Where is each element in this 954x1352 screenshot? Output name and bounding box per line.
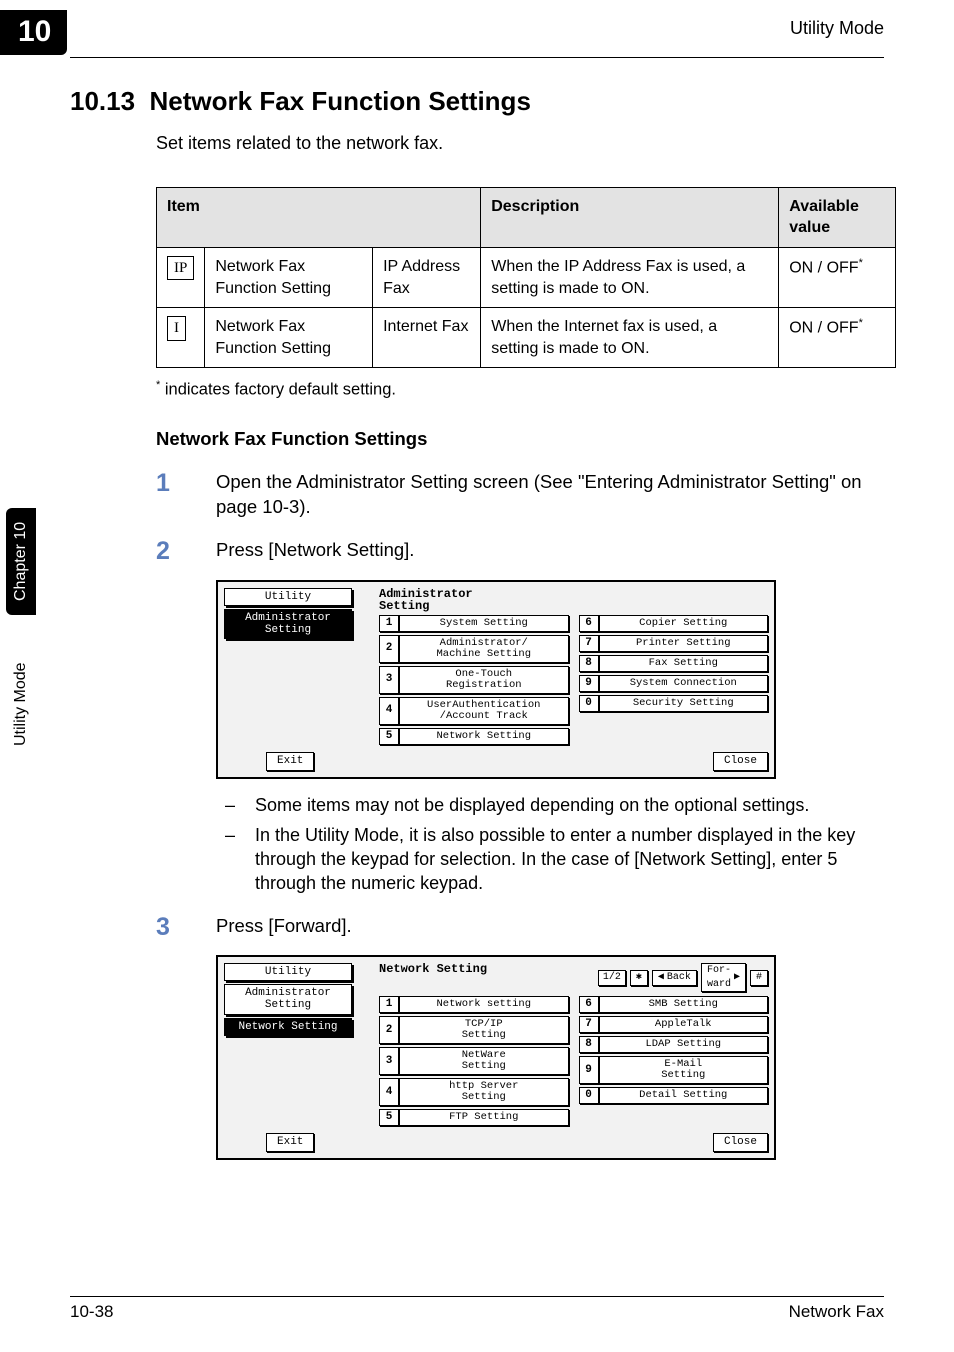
section-number: 10.13 [70,86,135,116]
menu-item[interactable]: 1System Setting [379,615,569,632]
exit-button[interactable]: Exit [266,752,314,771]
utility-tab[interactable]: Utility [224,963,352,981]
step-number: 3 [156,914,216,942]
cell: ON / OFF* [779,308,896,368]
page-footer: 10-38 Network Fax [70,1296,884,1324]
footnote: * indicates factory default setting. [156,378,884,401]
menu-item[interactable]: 0Security Setting [579,695,769,712]
bullet-text: Some items may not be displayed dependin… [255,793,809,817]
chapter-number-badge: 10 [0,10,67,55]
menu-item[interactable]: 5FTP Setting [379,1109,569,1126]
network-setting-screenshot: Utility Administrator Setting Network Se… [216,955,776,1160]
side-tab-chapter: Chapter 10 [6,508,36,615]
close-button[interactable]: Close [713,1133,768,1152]
menu-item[interactable]: 2TCP/IP Setting [379,1016,569,1044]
section-title-text: Network Fax Function Settings [150,86,531,116]
ip-icon: IP [167,256,194,280]
footer-page-number: 10-38 [70,1301,113,1324]
step-text: Press [Network Setting]. [216,538,884,566]
menu-item[interactable]: 8LDAP Setting [579,1036,769,1053]
section-intro: Set items related to the network fax. [156,131,884,155]
menu-item[interactable]: 4UserAuthentication /Account Track [379,697,569,725]
step-text: Press [Forward]. [216,914,884,942]
th-available: Available value [779,187,896,247]
menu-item[interactable]: 5Network Setting [379,728,569,745]
network-setting-tab[interactable]: Network Setting [224,1018,352,1036]
cell: IP Address Fax [373,248,481,308]
table-row: I Network Fax Function Setting Internet … [157,308,896,368]
screen-title: Administrator Setting [379,588,768,612]
header-rule [70,57,884,58]
exit-button[interactable]: Exit [266,1133,314,1152]
cell: Network Fax Function Setting [205,308,373,368]
cell: ON / OFF* [779,248,896,308]
cell: Internet Fax [373,308,481,368]
cell: When the IP Address Fax is used, a setti… [481,248,779,308]
close-button[interactable]: Close [713,752,768,771]
step-number: 1 [156,470,216,520]
forward-button[interactable]: For- ward ▶ [701,963,746,992]
back-button[interactable]: ◀ Back [652,970,697,986]
menu-item[interactable]: 7Printer Setting [579,635,769,652]
footer-section-name: Network Fax [789,1301,884,1324]
menu-item[interactable]: 3One-Touch Registration [379,666,569,694]
menu-item[interactable]: 9E-Mail Setting [579,1056,769,1084]
admin-setting-tab[interactable]: Administrator Setting [224,609,352,639]
page-indicator: 1/2 [598,970,626,986]
menu-item[interactable]: 9System Connection [579,675,769,692]
th-description: Description [481,187,779,247]
menu-item[interactable]: 3NetWare Setting [379,1047,569,1075]
step-number: 2 [156,538,216,566]
section-title: 10.13 Network Fax Function Settings [70,84,884,119]
screen-title: Network Setting [379,963,487,975]
side-tab-mode: Utility Mode [6,648,36,760]
menu-item[interactable]: 4http Server Setting [379,1078,569,1106]
cell: Network Fax Function Setting [205,248,373,308]
star-key-icon[interactable]: ✱ [630,970,648,986]
bullet-text: In the Utility Mode, it is also possible… [255,823,884,896]
menu-item[interactable]: 2Administrator/ Machine Setting [379,635,569,663]
menu-item[interactable]: 7AppleTalk [579,1016,769,1033]
menu-item[interactable]: 6Copier Setting [579,615,769,632]
procedure-heading: Network Fax Function Settings [156,427,884,452]
admin-setting-screenshot: Utility Administrator Setting Administra… [216,580,776,779]
i-icon: I [167,316,186,340]
step-text: Open the Administrator Setting screen (S… [216,470,884,520]
hash-key-icon[interactable]: # [750,970,768,986]
cell: When the Internet fax is used, a setting… [481,308,779,368]
menu-item[interactable]: 6SMB Setting [579,996,769,1013]
header-mode-label: Utility Mode [790,10,884,40]
menu-item[interactable]: 0Detail Setting [579,1087,769,1104]
menu-item[interactable]: 8Fax Setting [579,655,769,672]
settings-table: Item Description Available value IP Netw… [156,187,896,369]
utility-tab[interactable]: Utility [224,588,352,606]
menu-item[interactable]: 1Network setting [379,996,569,1013]
admin-setting-tab[interactable]: Administrator Setting [224,984,352,1014]
th-item: Item [157,187,481,247]
table-row: IP Network Fax Function Setting IP Addre… [157,248,896,308]
